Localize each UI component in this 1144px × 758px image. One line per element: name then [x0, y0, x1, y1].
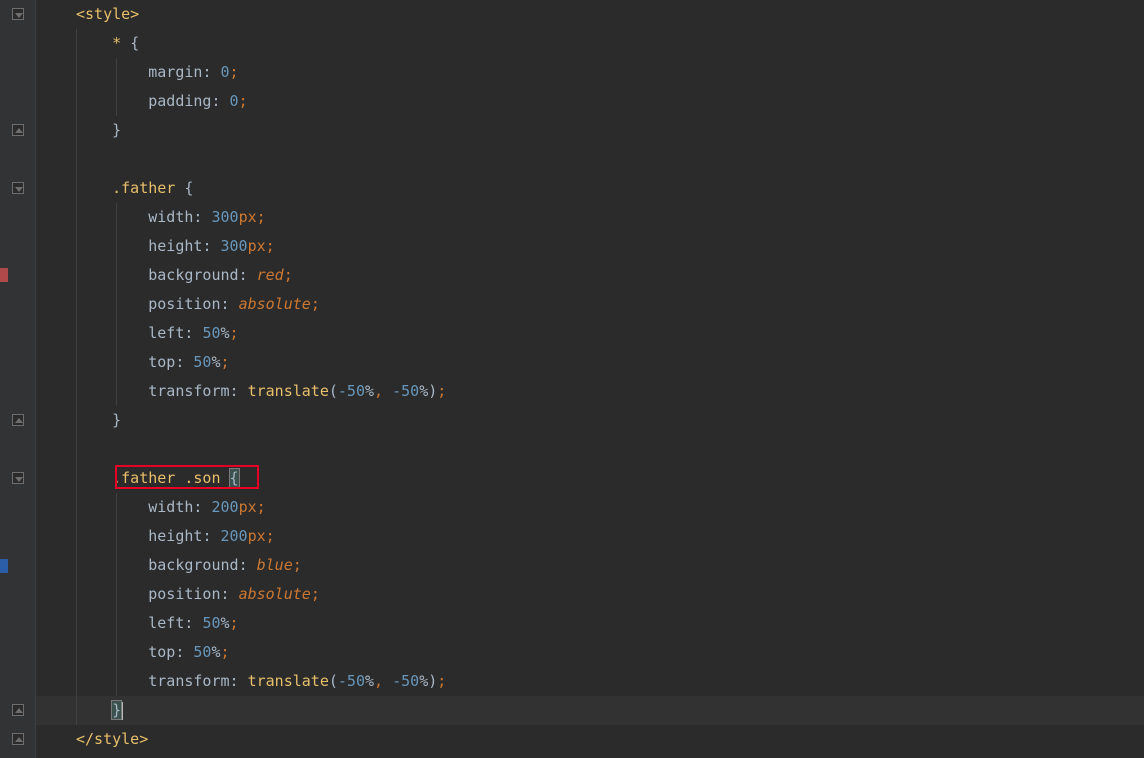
code-line: }	[36, 406, 1144, 435]
brace-match: }	[112, 701, 121, 719]
code-line: .father {	[36, 174, 1144, 203]
code-line-cursor: }	[36, 696, 1144, 725]
fold-down-icon[interactable]	[12, 8, 24, 20]
code-line: background: blue;	[36, 551, 1144, 580]
selector-highlight-annotation	[115, 465, 259, 489]
code-line: width: 300px;	[36, 203, 1144, 232]
code-line: position: absolute;	[36, 290, 1144, 319]
code-line: top: 50%;	[36, 638, 1144, 667]
code-line: height: 200px;	[36, 522, 1144, 551]
code-editor[interactable]: <style> * { margin: 0; padding: 0; } .fa…	[36, 0, 1144, 758]
fold-up-icon[interactable]	[12, 704, 24, 716]
code-line: left: 50%;	[36, 319, 1144, 348]
gutter-mark-blue	[0, 559, 8, 573]
fold-down-icon[interactable]	[12, 182, 24, 194]
code-line: height: 300px;	[36, 232, 1144, 261]
code-line: padding: 0;	[36, 87, 1144, 116]
text-cursor	[122, 702, 123, 720]
code-line: top: 50%;	[36, 348, 1144, 377]
code-line: background: red;	[36, 261, 1144, 290]
code-line: width: 200px;	[36, 493, 1144, 522]
code-line: left: 50%;	[36, 609, 1144, 638]
fold-down-icon[interactable]	[12, 472, 24, 484]
code-line: transform: translate(-50%, -50%);	[36, 377, 1144, 406]
code-line: }	[36, 116, 1144, 145]
code-line: position: absolute;	[36, 580, 1144, 609]
fold-up-icon[interactable]	[12, 414, 24, 426]
code-line: .father .son {	[36, 464, 1144, 493]
gutter-mark-red	[0, 268, 8, 282]
fold-up-icon[interactable]	[12, 733, 24, 745]
code-line	[36, 145, 1144, 174]
code-line: </style>	[36, 725, 1144, 754]
code-line	[36, 435, 1144, 464]
code-line: <style>	[36, 0, 1144, 29]
fold-up-icon[interactable]	[12, 124, 24, 136]
code-line: * {	[36, 29, 1144, 58]
gutter	[0, 0, 36, 758]
code-line: transform: translate(-50%, -50%);	[36, 667, 1144, 696]
code-line: margin: 0;	[36, 58, 1144, 87]
